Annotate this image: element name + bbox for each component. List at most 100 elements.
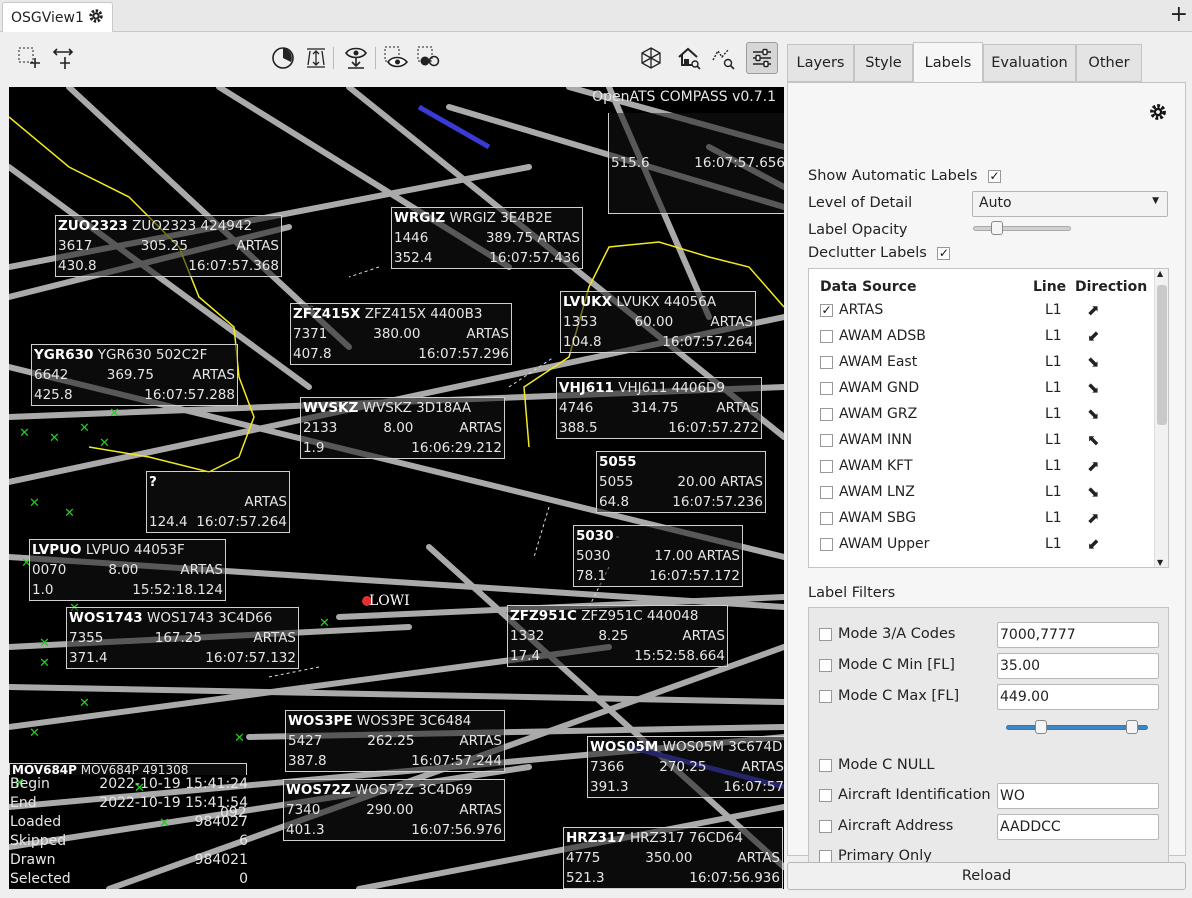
filter-checkbox[interactable]: [819, 819, 832, 833]
select-add-icon[interactable]: [16, 45, 42, 71]
data-source-row[interactable]: AWAM LNZ L1 ⬊: [809, 480, 1151, 506]
tab-other[interactable]: Other: [1076, 44, 1142, 82]
track-label[interactable]: VHJ611 VHJ611 4406D9 4746 314.75 ARTAS 388.5…: [556, 377, 762, 439]
data-source-checkbox[interactable]: [820, 512, 833, 525]
data-source-checkbox[interactable]: [820, 408, 833, 421]
track-label[interactable]: ZUO2323 ZUO2323 424942 3617 305.25 ARTAS 430…: [55, 215, 282, 277]
track-label[interactable]: ZFZ951C ZFZ951C 440048 1332 8.25 ARTAS 17.4 1…: [507, 605, 728, 667]
show-auto-labels-checkbox[interactable]: [988, 169, 1001, 183]
data-source-scrollbar[interactable]: ▲ ▼: [1154, 269, 1168, 567]
track-label[interactable]: WOS1743 WOS1743 3C4D66 7355 167.25 ARTAS 371…: [66, 607, 299, 669]
track-label[interactable]: ? ARTAS 124.4 16:07:57.264: [146, 471, 290, 533]
home-search-icon[interactable]: [676, 45, 702, 71]
filter-input[interactable]: AADDCC: [997, 814, 1159, 840]
data-source-line[interactable]: L1: [1045, 458, 1062, 474]
plus-icon[interactable]: +: [1170, 2, 1188, 28]
fl-range-max-handle[interactable]: [1125, 720, 1138, 734]
track-label[interactable]: WOS72Z WOS72Z 3C4D69 7340 290.00 ARTAS 401.3…: [283, 779, 505, 841]
3d-view-icon[interactable]: [638, 45, 664, 71]
track-label[interactable]: WOS3PE WOS3PE 3C6484 5427 262.25 ARTAS 387.8…: [285, 710, 505, 772]
time-filter-icon[interactable]: [270, 45, 296, 71]
fl-range-slider[interactable]: [1006, 720, 1148, 734]
gear-icon[interactable]: [1149, 103, 1167, 125]
track-label-partial[interactable]: 515.6 16:07:57.656: [608, 113, 784, 214]
track-label[interactable]: HRZ317 HRZ317 76CD64 4775 350.00 ARTAS 521.3…: [563, 827, 783, 889]
data-source-line[interactable]: L1: [1045, 302, 1062, 318]
direction-arrow-icon[interactable]: ⬊: [1087, 483, 1100, 501]
data-source-checkbox[interactable]: [820, 356, 833, 369]
filter-input[interactable]: 449.00: [997, 684, 1159, 710]
data-source-row[interactable]: AWAM GND L1 ⬊: [809, 376, 1151, 402]
data-source-line[interactable]: L1: [1045, 406, 1062, 422]
tab-style[interactable]: Style: [854, 44, 913, 82]
scroll-down-icon[interactable]: ▼: [1157, 558, 1163, 567]
track-label[interactable]: 5055 5055 20.00 ARTAS 64.8 16:07:57.236: [596, 451, 766, 513]
tab-osgview1[interactable]: OSGView1: [2, 2, 113, 32]
direction-arrow-icon[interactable]: ⬊: [1087, 379, 1100, 397]
zoom-search-icon[interactable]: [710, 45, 736, 71]
data-source-checkbox[interactable]: [820, 434, 833, 447]
opacity-slider[interactable]: [973, 221, 1071, 235]
data-source-line[interactable]: L1: [1045, 380, 1062, 396]
reload-button[interactable]: Reload: [787, 862, 1186, 890]
declutter-checkbox[interactable]: [937, 246, 951, 260]
data-source-line[interactable]: L1: [1045, 484, 1062, 500]
track-label[interactable]: WVSKZ WVSKZ 3D18AA 2133 8.00 ARTAS 1.9 16:06:…: [300, 397, 505, 459]
tab-evaluation[interactable]: Evaluation: [983, 44, 1076, 82]
data-source-row[interactable]: AWAM KFT L1 ⬈: [809, 454, 1151, 480]
filter-checkbox[interactable]: [819, 758, 832, 772]
data-source-row[interactable]: AWAM East L1 ⬊: [809, 350, 1151, 376]
data-source-row[interactable]: AWAM GRZ L1 ⬊: [809, 402, 1151, 428]
filter-checkbox[interactable]: [819, 627, 832, 641]
direction-arrow-icon[interactable]: ⬋: [1087, 535, 1100, 553]
data-source-checkbox[interactable]: [820, 304, 833, 317]
data-source-row[interactable]: AWAM INN L1 ⬉: [809, 428, 1151, 454]
direction-arrow-icon[interactable]: ⬈: [1087, 509, 1100, 527]
direction-arrow-icon[interactable]: ⬋: [1087, 327, 1100, 345]
track-label[interactable]: WOS05M WOS05M 3C674D 7366 270.25 ARTAS 391.3…: [587, 736, 784, 798]
data-source-row[interactable]: AWAM Upper L1 ⬋: [809, 532, 1151, 558]
direction-arrow-icon[interactable]: ⬈: [1087, 457, 1100, 475]
track-label[interactable]: LVPUO LVPUO 44053F 0070 8.00 ARTAS 1.0 15:52:…: [29, 539, 226, 601]
data-source-checkbox[interactable]: [820, 330, 833, 343]
opacity-slider-handle[interactable]: [991, 221, 1004, 235]
data-source-row[interactable]: AWAM ADSB L1 ⬋: [809, 324, 1151, 350]
lod-select[interactable]: Auto ▼: [972, 191, 1168, 217]
track-label[interactable]: MOV684P MOV684P 491308: [9, 763, 247, 775]
eye-selected-icon[interactable]: [416, 45, 442, 71]
scroll-up-icon[interactable]: ▲: [1157, 269, 1163, 278]
data-source-checkbox[interactable]: [820, 460, 833, 473]
show-icon[interactable]: [343, 45, 369, 71]
data-source-line[interactable]: L1: [1045, 536, 1062, 552]
data-source-checkbox[interactable]: [820, 382, 833, 395]
direction-arrow-icon[interactable]: ⬉: [1087, 431, 1100, 449]
filter-checkbox[interactable]: [819, 788, 832, 802]
map-view[interactable]: ✕✕✕ ✕✕✕ ✕✕✕ ✕✕✕ ✕✕✕ ✕✕✕ OpenATS COMPASS …: [9, 87, 784, 889]
track-label[interactable]: WRGIZ WRGIZ 3E4B2E 1446 389.75 ARTAS 352.4 1…: [391, 207, 583, 269]
eye-select-icon[interactable]: [383, 45, 409, 71]
filter-checkbox[interactable]: [819, 658, 832, 672]
data-source-row[interactable]: ARTAS L1 ⬈: [809, 298, 1151, 324]
track-label[interactable]: 5030 5030 17.00 ARTAS 78.1 16:07:57.172: [573, 525, 743, 587]
data-source-checkbox[interactable]: [820, 486, 833, 499]
track-label[interactable]: YGR630 YGR630 502C2F 6642 369.75 ARTAS 425.8…: [31, 344, 238, 406]
data-source-line[interactable]: L1: [1045, 354, 1062, 370]
data-source-line[interactable]: L1: [1045, 328, 1062, 344]
fl-range-min-handle[interactable]: [1035, 720, 1048, 734]
settings-sliders-icon[interactable]: [746, 42, 778, 74]
tab-labels[interactable]: Labels: [913, 42, 983, 83]
direction-arrow-icon[interactable]: ⬊: [1087, 405, 1100, 423]
gear-icon[interactable]: [88, 8, 104, 28]
direction-arrow-icon[interactable]: ⬈: [1087, 301, 1100, 319]
filter-input[interactable]: 7000,7777: [997, 622, 1159, 648]
scrollbar-thumb[interactable]: [1157, 285, 1167, 425]
data-source-line[interactable]: L1: [1045, 432, 1062, 448]
tab-layers[interactable]: Layers: [787, 44, 854, 82]
filter-input[interactable]: WO: [997, 783, 1159, 809]
data-source-line[interactable]: L1: [1045, 510, 1062, 526]
select-move-icon[interactable]: [50, 45, 76, 71]
data-source-checkbox[interactable]: [820, 538, 833, 551]
filter-input[interactable]: 35.00: [997, 653, 1159, 679]
track-label[interactable]: ZFZ415X ZFZ415X 4400B3 7371 380.00 ARTAS 407…: [290, 303, 512, 365]
track-label[interactable]: LVUKX LVUKX 44056A 1353 60.00 ARTAS 104.8 16:…: [560, 291, 756, 353]
